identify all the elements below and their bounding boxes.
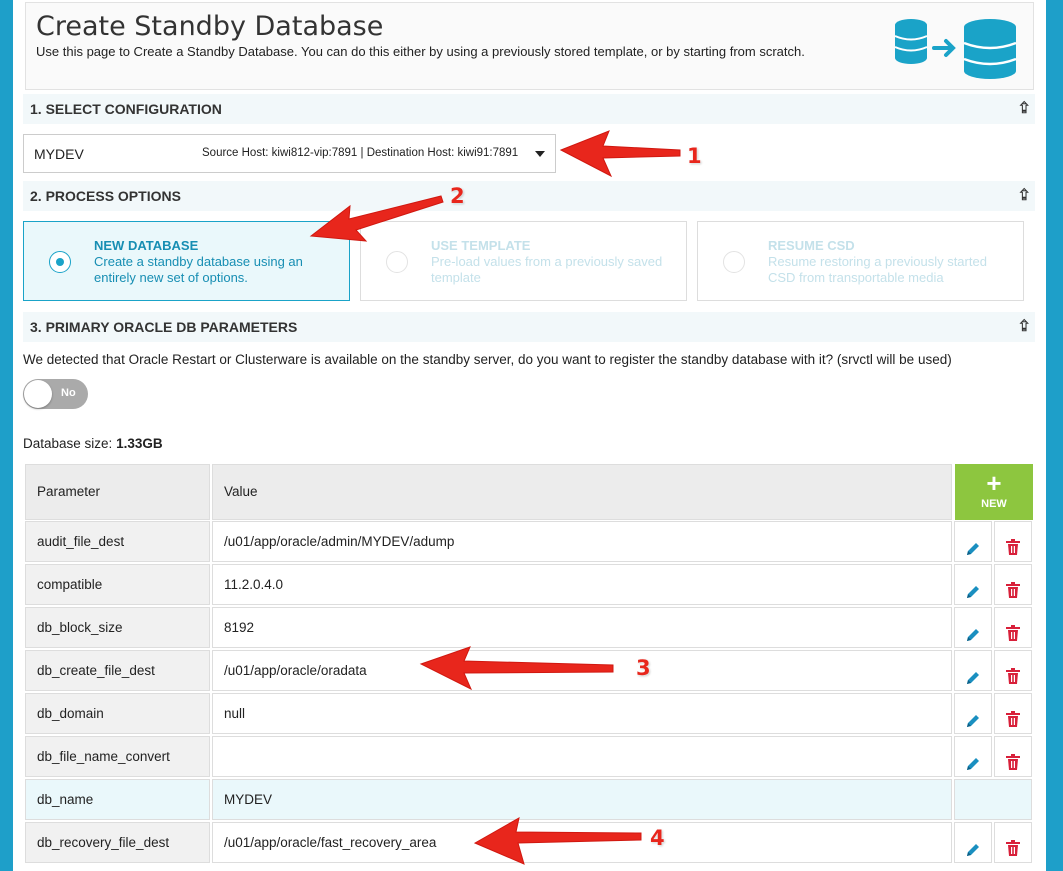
edit-button[interactable] <box>954 693 992 734</box>
parameter-name: db_name <box>25 779 210 820</box>
parameter-name: db_create_file_dest <box>25 650 210 691</box>
delete-button[interactable] <box>994 693 1032 734</box>
parameter-name: audit_file_dest <box>25 521 210 562</box>
section-title: 3. PRIMARY ORACLE DB PARAMETERS <box>30 319 298 335</box>
section-select-configuration[interactable]: 1. SELECT CONFIGURATION ⮸ <box>23 94 1035 124</box>
database-size: Database size: 1.33GB <box>23 436 163 451</box>
parameter-name: db_recovery_file_dest <box>25 822 210 863</box>
delete-button[interactable] <box>994 822 1032 863</box>
parameter-name: db_file_name_convert <box>25 736 210 777</box>
option-title: NEW DATABASE <box>94 238 199 253</box>
option-description: Resume restoring a previously started CS… <box>768 254 987 285</box>
parameter-value-field[interactable]: 11.2.0.4.0 <box>212 564 952 605</box>
edit-button[interactable] <box>954 564 992 605</box>
option-description: Create a standby database using an entir… <box>94 254 303 285</box>
clusterware-detect-message: We detected that Oracle Restart or Clust… <box>23 352 952 367</box>
configuration-select[interactable]: MYDEV Source Host: kiwi812-vip:7891 | De… <box>23 134 556 173</box>
table-row: db_create_file_dest/u01/app/oracle/orada… <box>25 650 1033 691</box>
edit-button[interactable] <box>954 521 992 562</box>
column-header-value: Value <box>212 464 952 520</box>
table-header-row: Parameter Value + NEW <box>25 464 1033 520</box>
page-header: Create Standby Database Use this page to… <box>25 2 1034 90</box>
annotation-number-4: 4 <box>650 826 665 850</box>
table-row: db_file_name_convert <box>25 736 1033 777</box>
parameter-value-field[interactable]: null <box>212 693 952 734</box>
edit-button[interactable] <box>954 650 992 691</box>
configuration-hosts: Source Host: kiwi812-vip:7891 | Destinat… <box>202 147 519 159</box>
option-description: Pre-load values from a previously saved … <box>431 254 663 285</box>
delete-button[interactable] <box>994 564 1032 605</box>
new-parameter-button[interactable]: + NEW <box>955 464 1033 520</box>
database-size-value: 1.33GB <box>116 436 163 451</box>
configuration-name: MYDEV <box>34 146 84 162</box>
double-chevron-down-icon[interactable]: ⮸ <box>1019 185 1029 210</box>
annotation-number-3: 3 <box>636 656 651 680</box>
parameter-value-field[interactable]: 8192 <box>212 607 952 648</box>
page-subtitle: Use this page to Create a Standby Databa… <box>36 44 805 59</box>
edit-button[interactable] <box>954 607 992 648</box>
table-row: compatible 11.2.0.4.0 <box>25 564 1033 605</box>
radio-icon[interactable] <box>723 251 745 273</box>
table-row: db_recovery_file_dest/u01/app/oracle/fas… <box>25 822 1033 863</box>
parameter-value-field[interactable]: /u01/app/oracle/fast_recovery_area <box>212 822 952 863</box>
column-header-parameter: Parameter <box>25 464 210 520</box>
table-row: db_domain null <box>25 693 1033 734</box>
annotation-number-2: 2 <box>450 184 465 208</box>
option-title: USE TEMPLATE <box>431 238 531 253</box>
annotation-arrow-1 <box>559 130 681 178</box>
register-srvctl-toggle[interactable]: No <box>23 379 88 409</box>
delete-button[interactable] <box>994 736 1032 777</box>
double-chevron-down-icon[interactable]: ⮸ <box>1019 98 1029 123</box>
table-row: db_block_size 8192 <box>25 607 1033 648</box>
option-resume-csd[interactable]: RESUME CSD Resume restoring a previously… <box>697 221 1024 301</box>
caret-down-icon <box>535 151 545 157</box>
parameter-value-field: MYDEV <box>212 779 952 820</box>
delete-button[interactable] <box>994 650 1032 691</box>
parameter-value-field[interactable] <box>212 736 952 777</box>
option-new-database[interactable]: NEW DATABASE Create a standby database u… <box>23 221 350 301</box>
page-title: Create Standby Database <box>36 11 384 42</box>
main-panel: Create Standby Database Use this page to… <box>13 0 1046 871</box>
trash-icon <box>1005 833 1021 871</box>
actions-placeholder <box>954 779 1032 820</box>
pencil-icon <box>965 834 981 871</box>
option-title: RESUME CSD <box>768 238 855 253</box>
edit-button[interactable] <box>954 822 992 863</box>
delete-button[interactable] <box>994 607 1032 648</box>
radio-selected-icon[interactable] <box>49 251 71 273</box>
radio-icon[interactable] <box>386 251 408 273</box>
database-transfer-icon <box>894 17 1022 86</box>
parameter-name: db_domain <box>25 693 210 734</box>
new-button-label: NEW <box>981 498 1007 510</box>
parameter-value-field[interactable]: /u01/app/oracle/oradata <box>212 650 952 691</box>
table-row: db_name MYDEV <box>25 779 1033 820</box>
delete-button[interactable] <box>994 521 1032 562</box>
parameter-name: compatible <box>25 564 210 605</box>
edit-button[interactable] <box>954 736 992 777</box>
parameter-name: db_block_size <box>25 607 210 648</box>
section-title: 2. PROCESS OPTIONS <box>30 188 181 204</box>
section-primary-db-parameters[interactable]: 3. PRIMARY ORACLE DB PARAMETERS ⮸ <box>23 312 1035 342</box>
plus-icon: + <box>986 468 1002 498</box>
section-process-options[interactable]: 2. PROCESS OPTIONS ⮸ <box>23 181 1035 211</box>
table-row: audit_file_dest/u01/app/oracle/admin/MYD… <box>25 521 1033 562</box>
section-title: 1. SELECT CONFIGURATION <box>30 101 222 117</box>
toggle-label: No <box>61 387 76 399</box>
parameter-value-field[interactable]: /u01/app/oracle/admin/MYDEV/adump <box>212 521 952 562</box>
double-chevron-down-icon[interactable]: ⮸ <box>1019 316 1029 341</box>
database-size-label: Database size: <box>23 436 113 451</box>
option-use-template[interactable]: USE TEMPLATE Pre-load values from a prev… <box>360 221 687 301</box>
toggle-knob <box>24 380 52 408</box>
annotation-number-1: 1 <box>687 144 702 168</box>
